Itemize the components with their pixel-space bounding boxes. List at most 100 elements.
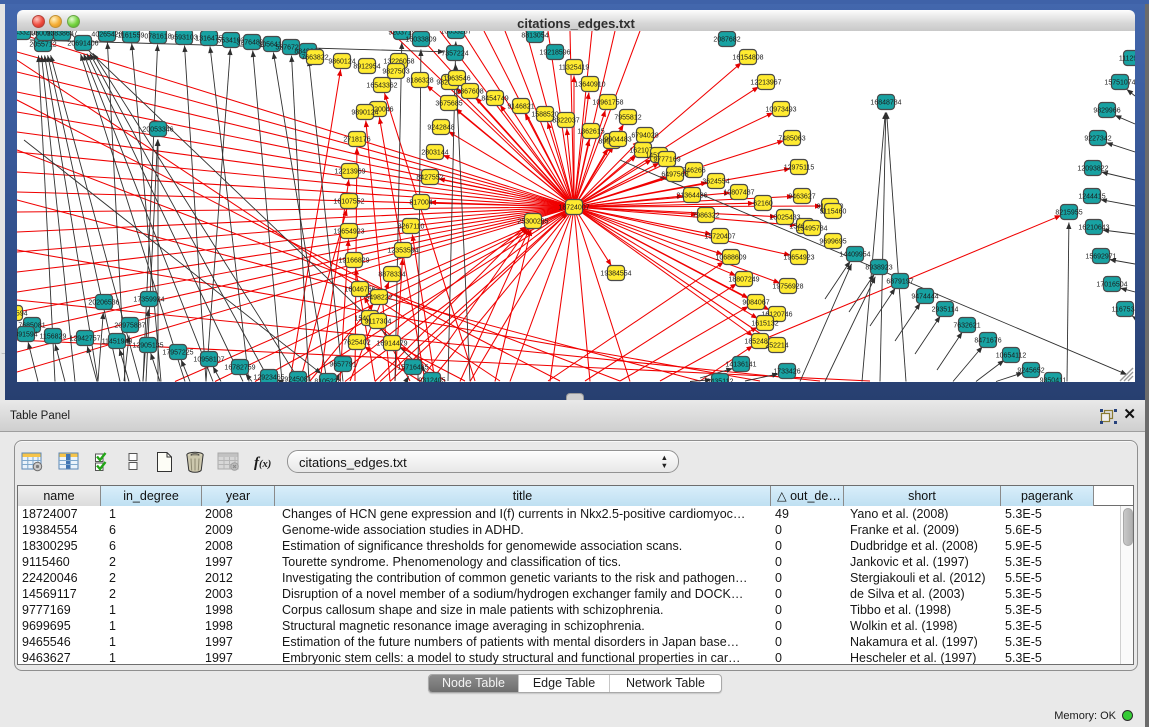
svg-text:17957225: 17957225	[162, 349, 193, 356]
svg-text:15495784: 15495784	[796, 225, 827, 232]
svg-text:10961758: 10961758	[592, 99, 623, 106]
svg-text:1733426: 1733426	[773, 368, 800, 375]
svg-text:2367608: 2367608	[456, 88, 483, 95]
svg-text:9904483: 9904483	[604, 136, 631, 143]
svg-text:7625402: 7625402	[343, 339, 370, 346]
svg-text:1615132: 1615132	[751, 320, 778, 327]
svg-text:7485063: 7485063	[778, 135, 805, 142]
svg-text:8186328: 8186328	[406, 77, 433, 84]
svg-text:21364436: 21364436	[676, 192, 707, 199]
svg-text:62160: 62160	[753, 200, 773, 207]
svg-text:16848784: 16848784	[870, 99, 901, 106]
svg-text:252214: 252214	[765, 342, 788, 349]
svg-text:2803144: 2803144	[421, 149, 448, 156]
svg-text:2087682: 2087682	[713, 36, 740, 43]
svg-text:6794028: 6794028	[631, 132, 658, 139]
svg-text:9312405: 9312405	[418, 377, 445, 382]
svg-text:10654112: 10654112	[996, 352, 1027, 359]
svg-text:12213969: 12213969	[334, 168, 365, 175]
svg-text:9827503: 9827503	[382, 68, 409, 75]
svg-text:12353594: 12353594	[387, 247, 418, 254]
svg-text:16210643: 16210643	[1078, 224, 1109, 231]
svg-text:19756928: 19756928	[772, 283, 803, 290]
svg-text:10807487: 10807487	[723, 189, 754, 196]
svg-text:15720407: 15720407	[704, 233, 735, 240]
svg-text:16543362: 16543362	[366, 82, 397, 89]
svg-text:1244415: 1244415	[1078, 193, 1105, 200]
svg-text:15716485: 15716485	[397, 364, 428, 371]
svg-text:8105224: 8105224	[314, 378, 341, 382]
svg-text:1161559: 1161559	[118, 32, 145, 39]
svg-text:6497568: 6497568	[661, 171, 688, 178]
svg-text:12942757: 12942757	[69, 335, 100, 342]
svg-text:20975887: 20975887	[114, 322, 145, 329]
svg-text:3624554: 3624554	[702, 178, 729, 185]
svg-text:9657791: 9657791	[329, 361, 356, 368]
svg-text:11451940: 11451940	[102, 338, 133, 345]
svg-text:20206536: 20206536	[88, 299, 119, 306]
svg-text:16782759: 16782759	[224, 364, 255, 371]
svg-text:9777169: 9777169	[653, 156, 680, 163]
svg-text:7986322: 7986322	[692, 212, 719, 219]
svg-text:16154808: 16154808	[732, 54, 763, 61]
svg-text:6879197: 6879197	[886, 278, 913, 285]
svg-text:7357224: 7357224	[441, 50, 468, 57]
svg-text:10688609: 10688609	[715, 254, 746, 261]
svg-text:14409954: 14409954	[839, 251, 870, 258]
svg-text:3675685: 3675685	[435, 100, 462, 107]
svg-text:8912954: 8912954	[353, 63, 380, 70]
svg-text:9699695: 9699695	[819, 238, 846, 245]
svg-text:1362615: 1362615	[577, 128, 604, 135]
svg-text:19654923: 19654923	[783, 254, 814, 261]
svg-text:2055712: 2055712	[29, 41, 56, 48]
svg-text:8878334: 8878334	[378, 271, 405, 278]
svg-text:8427552: 8427552	[416, 174, 443, 181]
svg-text:12905135: 12905135	[132, 342, 163, 349]
svg-text:19654923: 19654923	[333, 228, 364, 235]
svg-text:12213967: 12213967	[750, 79, 781, 86]
svg-text:9890124: 9890124	[351, 109, 378, 116]
svg-text:7955812: 7955812	[614, 114, 641, 121]
svg-text:9084067: 9084067	[742, 299, 769, 306]
svg-text:14136141: 14136141	[725, 361, 756, 368]
svg-text:12923465: 12923465	[253, 374, 284, 381]
svg-text:19384554: 19384554	[600, 270, 631, 277]
svg-text:9117304: 9117304	[365, 318, 392, 325]
svg-text:12093822: 12093822	[1077, 165, 1108, 172]
svg-text:11325419: 11325419	[559, 64, 590, 71]
svg-text:25300295: 25300295	[517, 218, 548, 225]
svg-text:9227342: 9227342	[1084, 135, 1111, 142]
svg-text:18807249: 18807249	[728, 276, 759, 283]
svg-text:8813054: 8813054	[521, 32, 548, 39]
svg-text:15751074: 15751074	[1104, 79, 1135, 86]
svg-text:9474444: 9474444	[911, 293, 938, 300]
svg-text:17016504: 17016504	[1096, 281, 1127, 288]
svg-text:10025433: 10025433	[769, 214, 800, 221]
svg-text:1963546: 1963546	[443, 75, 470, 82]
svg-text:2935114: 2935114	[932, 306, 959, 313]
svg-text:19218596: 19218596	[539, 49, 570, 56]
svg-text:10973493: 10973493	[765, 106, 796, 113]
svg-text:391594: 391594	[17, 331, 38, 338]
svg-text:0781618: 0781618	[144, 33, 171, 40]
svg-text:9146821: 9146821	[507, 103, 534, 110]
svg-text:12975115: 12975115	[784, 164, 815, 171]
svg-text:8938923: 8938923	[865, 264, 892, 271]
svg-text:19166829: 19166829	[338, 257, 369, 264]
svg-text:8215955: 8215955	[1055, 209, 1082, 216]
svg-text:18724007: 18724007	[558, 204, 589, 211]
svg-text:8471676: 8471676	[974, 337, 1001, 344]
svg-text:10958107: 10958107	[193, 356, 224, 363]
svg-text:9350411: 9350411	[1040, 377, 1067, 382]
svg-text:8267110: 8267110	[398, 223, 425, 230]
svg-text:1156829: 1156829	[40, 333, 67, 340]
svg-text:f(x): f(x)	[254, 455, 271, 471]
svg-text:9245652: 9245652	[1017, 367, 1044, 374]
svg-text:9593103: 9593103	[170, 34, 197, 41]
svg-text:2718176: 2718176	[343, 136, 370, 143]
svg-text:10653287: 10653287	[440, 31, 471, 35]
svg-text:16033809: 16033809	[405, 36, 436, 43]
svg-text:16914479: 16914479	[376, 340, 407, 347]
svg-text:8322037: 8322037	[552, 117, 579, 124]
svg-text:9829966: 9829966	[1093, 107, 1120, 114]
